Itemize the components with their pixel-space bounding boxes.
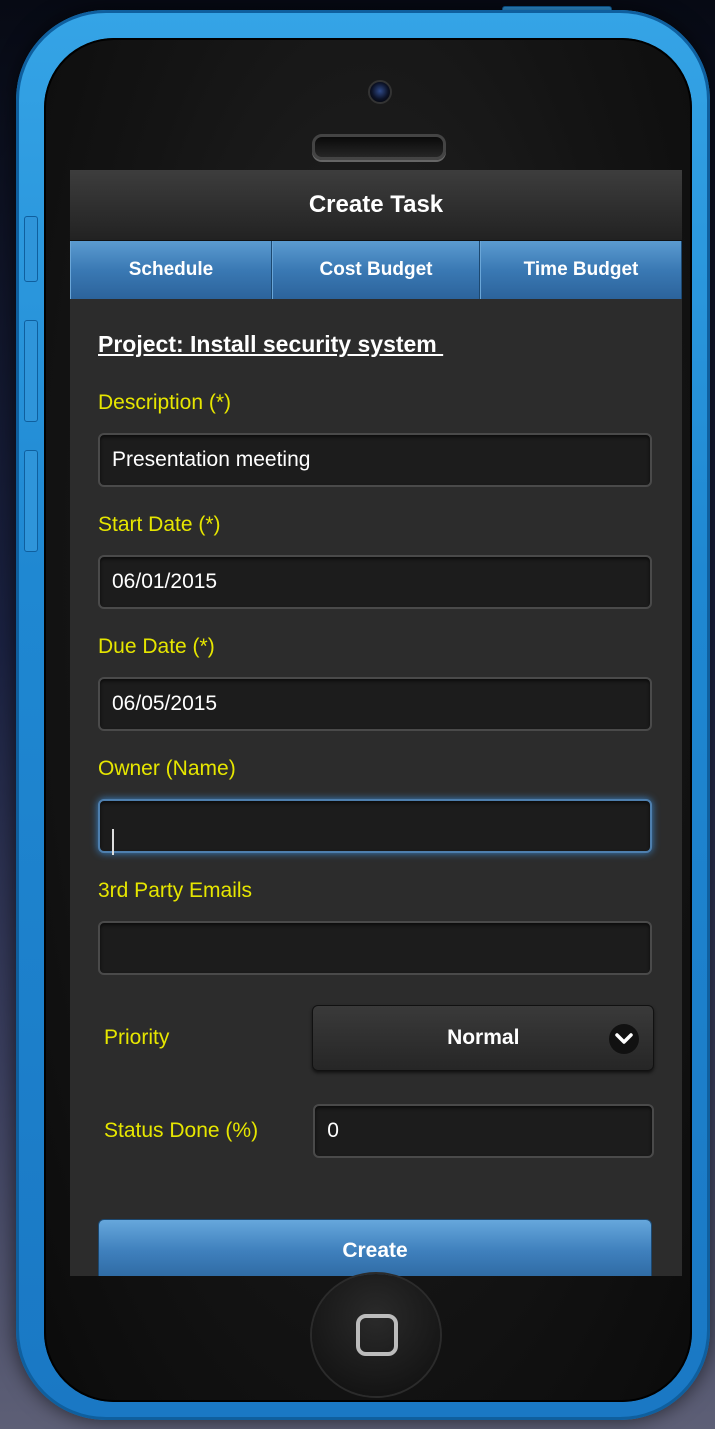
create-button[interactable]: Create xyxy=(98,1219,652,1276)
app-screen: Create Task Schedule Cost Budget Time Bu… xyxy=(70,170,682,1276)
priority-label: Priority xyxy=(104,1026,170,1049)
start-date-label: Start Date (*) xyxy=(98,513,221,536)
chevron-down-icon xyxy=(609,1024,639,1054)
tab-time-budget[interactable]: Time Budget xyxy=(480,241,682,299)
third-party-emails-label: 3rd Party Emails xyxy=(98,879,253,902)
tab-cost-budget[interactable]: Cost Budget xyxy=(272,241,480,299)
home-button[interactable] xyxy=(312,1274,440,1396)
page-title: Create Task xyxy=(70,170,682,241)
status-done-row: Status Done (%) xyxy=(98,1103,654,1159)
priority-row: Priority Normal xyxy=(98,1005,654,1071)
earpiece-speaker xyxy=(312,134,446,160)
start-date-input[interactable] xyxy=(98,555,652,609)
volume-up-button[interactable] xyxy=(24,320,38,422)
project-title: Project: Install security system xyxy=(98,331,444,357)
tab-bar: Schedule Cost Budget Time Budget xyxy=(70,241,682,299)
due-date-label: Due Date (*) xyxy=(98,635,215,658)
priority-select[interactable]: Normal xyxy=(312,1005,654,1071)
description-label: Description (*) xyxy=(98,391,232,414)
status-done-label: Status Done (%) xyxy=(104,1119,259,1142)
owner-label: Owner (Name) xyxy=(98,757,236,780)
volume-down-button[interactable] xyxy=(24,450,38,552)
third-party-emails-input[interactable] xyxy=(98,921,652,975)
priority-value: Normal xyxy=(447,1026,520,1049)
owner-input[interactable] xyxy=(98,799,652,853)
description-input[interactable] xyxy=(98,433,652,487)
mute-switch[interactable] xyxy=(24,216,38,282)
front-camera xyxy=(368,80,392,104)
status-done-input[interactable] xyxy=(313,1104,654,1158)
task-form: Project: Install security system Descrip… xyxy=(70,331,682,1276)
home-button-icon xyxy=(356,1314,398,1356)
tab-schedule[interactable]: Schedule xyxy=(70,241,272,299)
text-caret xyxy=(112,829,114,855)
due-date-input[interactable] xyxy=(98,677,652,731)
